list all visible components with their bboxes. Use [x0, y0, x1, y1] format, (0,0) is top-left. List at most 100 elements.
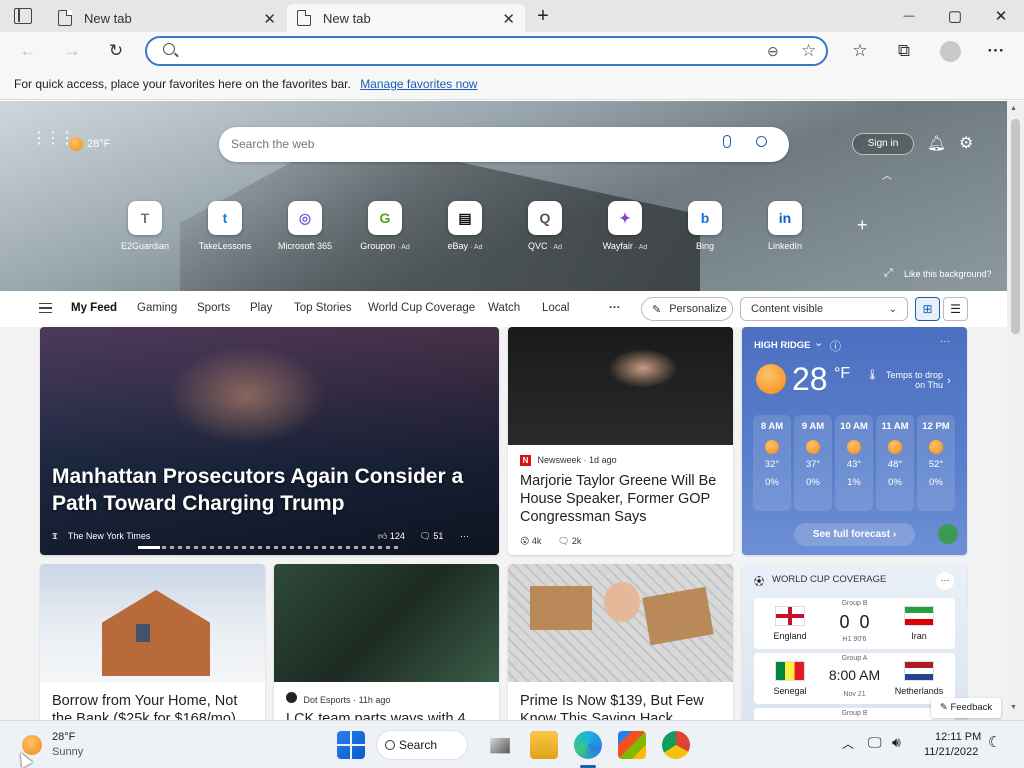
news-card-esports[interactable]: Dot Esports · 11h ago LCK team parts way…: [274, 564, 499, 720]
expand-icon[interactable]: ⤢: [884, 267, 893, 280]
new-tab-button[interactable]: +: [520, 0, 566, 32]
close-window-button[interactable]: ✕: [978, 0, 1024, 32]
feed-tab[interactable]: Play: [250, 302, 272, 314]
weather-note[interactable]: Temps to drop on Thu: [881, 370, 943, 390]
match-row[interactable]: Group A Senegal Netherlands 8:00 AM Nov 21: [754, 653, 955, 704]
notifications-icon[interactable]: 🔔︎: [927, 134, 946, 152]
feed-tab[interactable]: My Feed: [71, 302, 117, 314]
app-launcher-icon[interactable]: ⋮⋮⋮: [31, 131, 75, 147]
notification-center-icon[interactable]: ☾: [988, 733, 1001, 751]
page-scrollbar[interactable]: ▲ ▼: [1007, 101, 1024, 720]
weather-app-icon[interactable]: [938, 524, 958, 544]
quick-link-6[interactable]: ✦ Wayfair · Ad: [585, 201, 665, 251]
chevron-down-icon[interactable]: ⌄: [814, 336, 823, 349]
show-hidden-icons[interactable]: ︿: [842, 735, 854, 752]
start-icon[interactable]: [337, 731, 365, 759]
grid-layout-icon[interactable]: ⊞: [915, 297, 940, 321]
add-quick-link-icon[interactable]: +: [857, 215, 868, 236]
tab-new-tab-1[interactable]: New tab ✕: [48, 4, 286, 32]
list-layout-icon[interactable]: ☰: [943, 297, 968, 321]
profile-avatar[interactable]: [940, 41, 961, 62]
hour-column[interactable]: 8 AM 32° 0%: [753, 415, 791, 511]
chevron-right-icon[interactable]: ›: [947, 375, 951, 387]
news-card-prime[interactable]: Prime Is Now $139, But Few Know This Sav…: [508, 564, 733, 720]
main-reactions[interactable]: 124: [390, 531, 405, 541]
weather-mini[interactable]: 28°F: [87, 138, 110, 150]
feed-tab[interactable]: Local: [542, 302, 570, 314]
second-headline[interactable]: Marjorie Taylor Greene Will Be House Spe…: [520, 472, 720, 526]
manage-favorites-link[interactable]: Manage favorites now: [360, 77, 477, 91]
second-comments[interactable]: 2k: [572, 536, 582, 546]
esports-headline[interactable]: LCK team parts ways with 4: [286, 710, 492, 720]
hour-column[interactable]: 10 AM 43° 1%: [835, 415, 873, 511]
match-row[interactable]: Group B England Iran 0 0 H1 90'6: [754, 598, 955, 649]
weather-location[interactable]: HIGH RIDGE: [754, 340, 810, 351]
more-options-icon[interactable]: ···: [936, 572, 954, 590]
minimize-button[interactable]: —: [886, 0, 932, 32]
second-reactions[interactable]: 4k: [532, 536, 542, 546]
menu-icon[interactable]: [39, 303, 52, 313]
add-favorite-icon[interactable]: ☆: [801, 41, 816, 61]
close-tab-icon[interactable]: ✕: [502, 10, 515, 28]
content-visibility-dropdown[interactable]: Content visible ⌄: [740, 297, 908, 321]
carousel-progress[interactable]: [138, 546, 400, 549]
refresh-icon[interactable]: ↻: [102, 38, 130, 64]
clock-time[interactable]: 12:11 PM: [935, 731, 981, 743]
hour-column[interactable]: 9 AM 37° 0%: [794, 415, 832, 511]
volume-icon[interactable]: 🔊︎: [892, 734, 901, 751]
weather-card[interactable]: HIGH RIDGE ⌄ ⓘ ··· 28 °F 🌡︎ Temps to dro…: [742, 327, 967, 555]
feed-tab[interactable]: Top Stories: [294, 302, 352, 314]
quick-link-4[interactable]: ▤ eBay · Ad: [425, 201, 505, 251]
main-headline[interactable]: Manhattan Prosecutors Again Consider a P…: [52, 463, 472, 517]
quick-link-0[interactable]: T E2Guardian: [105, 201, 185, 251]
maximize-button[interactable]: ▢: [932, 0, 978, 32]
address-bar[interactable]: ⊖ ☆: [145, 36, 828, 66]
network-icon[interactable]: 🖵︎: [868, 734, 882, 751]
personalize-button[interactable]: ✎ Personalize: [641, 297, 733, 321]
tab-new-tab-2[interactable]: New tab ✕: [287, 4, 525, 32]
forward-icon[interactable]: →: [58, 38, 86, 64]
sign-in-button[interactable]: Sign in: [852, 133, 914, 155]
news-card-house[interactable]: Borrow from Your Home, Not the Bank ($25…: [40, 564, 265, 720]
close-tab-icon[interactable]: ✕: [263, 10, 276, 28]
world-cup-card[interactable]: ⚽︎ WORLD CUP COVERAGE ··· Group B England…: [742, 564, 967, 720]
collapse-chevron-icon[interactable]: ︿: [882, 167, 892, 182]
news-card-greene[interactable]: N Newsweek · 1d ago Marjorie Taylor Gree…: [508, 327, 733, 555]
more-options-icon[interactable]: ···: [940, 336, 950, 347]
hour-column[interactable]: 12 PM 52° 0%: [917, 415, 955, 511]
favorites-icon[interactable]: ☆: [846, 38, 874, 64]
world-cup-title[interactable]: WORLD CUP COVERAGE: [772, 574, 886, 585]
feed-tab[interactable]: World Cup Coverage: [368, 302, 475, 314]
task-view-icon[interactable]: [490, 738, 510, 754]
taskbar-search-button[interactable]: Search: [376, 730, 468, 760]
like-background-link[interactable]: Like this background?: [904, 269, 992, 279]
see-full-forecast-button[interactable]: See full forecast ›: [794, 523, 915, 546]
feedback-button[interactable]: ✎︎ Feedback: [931, 698, 1001, 718]
quick-link-8[interactable]: in LinkedIn: [745, 201, 825, 251]
taskbar-weather-desc[interactable]: Sunny: [52, 746, 83, 758]
taskbar-weather-temp[interactable]: 28°F: [52, 731, 75, 743]
prime-headline[interactable]: Prime Is Now $139, But Few Know This Sav…: [520, 692, 726, 720]
settings-menu-icon[interactable]: ···: [982, 38, 1010, 64]
match-row[interactable]: Group B: [754, 708, 955, 720]
quick-link-3[interactable]: G Groupon · Ad: [345, 201, 425, 251]
microphone-icon[interactable]: [723, 135, 731, 148]
more-options-icon[interactable]: ···: [460, 531, 469, 541]
web-search-box[interactable]: Search the web: [219, 127, 789, 162]
feed-tab[interactable]: Watch: [488, 302, 520, 314]
clock-date[interactable]: 11/21/2022: [924, 746, 978, 758]
main-comments[interactable]: 51: [433, 531, 443, 541]
back-icon[interactable]: ←: [14, 38, 42, 64]
scrollbar-thumb[interactable]: [1011, 119, 1020, 334]
store-icon[interactable]: [618, 731, 646, 759]
house-headline[interactable]: Borrow from Your Home, Not the Bank ($25…: [52, 692, 258, 720]
feed-tab[interactable]: Gaming: [137, 302, 177, 314]
info-icon[interactable]: ⓘ: [830, 338, 841, 354]
feed-tab[interactable]: Sports: [197, 302, 230, 314]
chrome-icon[interactable]: [662, 731, 690, 759]
page-settings-icon[interactable]: ⚙: [959, 133, 973, 153]
tab-actions-icon[interactable]: [14, 8, 32, 24]
quick-link-1[interactable]: t TakeLessons: [185, 201, 265, 251]
address-input[interactable]: [191, 43, 731, 61]
quick-link-5[interactable]: Q QVC · Ad: [505, 201, 585, 251]
